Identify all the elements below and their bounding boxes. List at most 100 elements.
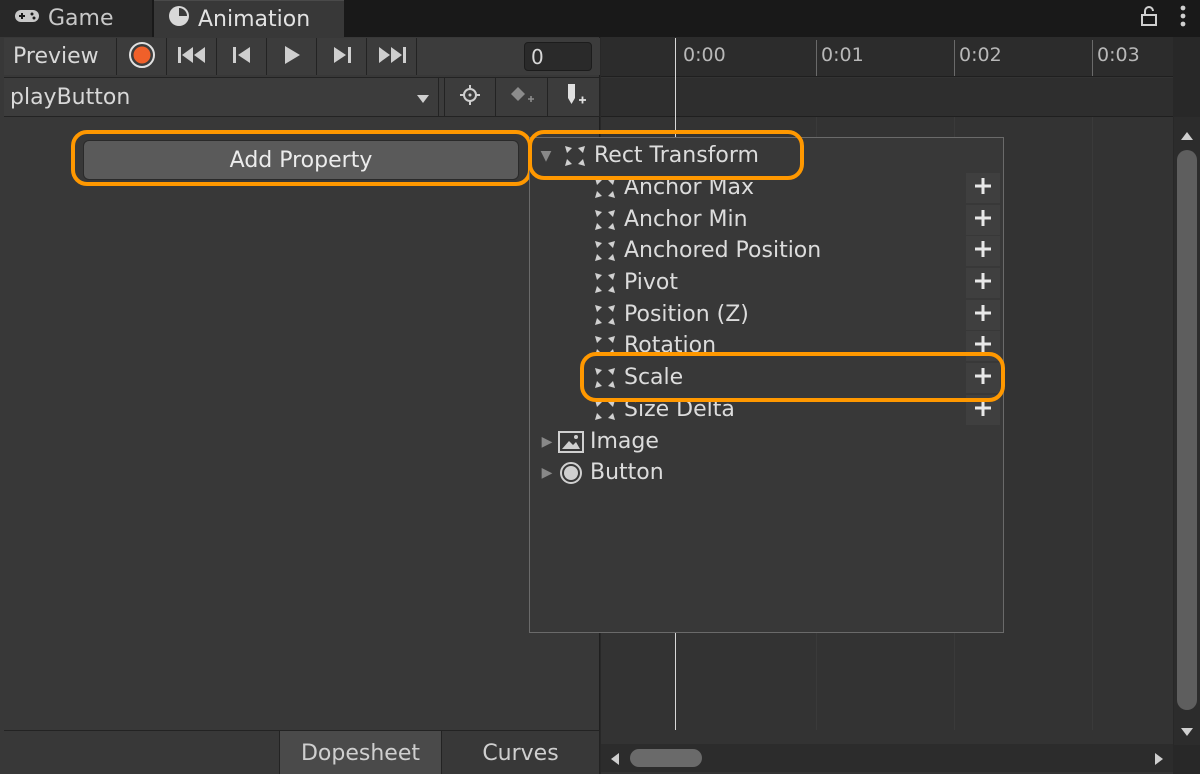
menu-group-label: Button	[590, 460, 664, 485]
add-size-delta-button[interactable]	[966, 395, 1000, 425]
tab-animation-label: Animation	[198, 6, 311, 32]
clip-dropdown-value: playButton	[10, 84, 131, 110]
play-button[interactable]	[267, 38, 317, 75]
view-mode-tabs: Dopesheet Curves	[4, 730, 600, 774]
play-icon	[282, 44, 302, 70]
menu-item-anchor-min[interactable]: Anchor Min	[592, 204, 748, 235]
next-keyframe-button[interactable]	[317, 38, 367, 75]
add-keyframe-button[interactable]	[496, 78, 549, 116]
filter-by-selection-button[interactable]	[445, 78, 497, 116]
menu-item-rotation[interactable]: Rotation	[592, 330, 716, 361]
menu-item-label: Anchored Position	[624, 238, 822, 263]
plus-icon	[974, 335, 992, 357]
summary-keyframe-row[interactable]	[601, 78, 1173, 117]
menu-item-label: Anchor Min	[624, 207, 748, 232]
tab-game[interactable]: Game	[0, 0, 152, 37]
tick-label: 0:03	[1097, 44, 1140, 66]
menu-item-label: Size Delta	[624, 397, 735, 422]
plus-icon	[974, 304, 992, 326]
plus-icon	[974, 177, 992, 199]
menu-item-position-z[interactable]: Position (Z)	[592, 299, 749, 330]
rect-transform-icon	[592, 333, 618, 359]
tab-dopesheet[interactable]: Dopesheet	[280, 731, 442, 774]
menu-item-pivot[interactable]: Pivot	[592, 267, 678, 298]
clip-dropdown[interactable]: playButton	[4, 78, 439, 116]
tick-mark	[954, 40, 955, 76]
add-pivot-button[interactable]	[966, 268, 1000, 298]
clock-icon	[168, 5, 190, 33]
tick-mark	[1092, 40, 1093, 76]
scroll-up-icon[interactable]	[1180, 126, 1194, 145]
menu-item-anchor-max[interactable]: Anchor Max	[592, 172, 754, 203]
timeline-grid-line	[1092, 117, 1093, 730]
menu-item-anchored-position[interactable]: Anchored Position	[592, 235, 821, 266]
bottom-tabs-spacer	[4, 731, 280, 774]
vertical-scroll-thumb[interactable]	[1177, 150, 1197, 710]
add-anchored-position-button[interactable]	[966, 236, 1000, 266]
gamepad-icon	[14, 6, 40, 31]
menu-group-rect-transform[interactable]: ▼ Rect Transform	[530, 140, 759, 171]
add-scale-button[interactable]	[966, 363, 1000, 393]
scroll-left-icon[interactable]	[610, 751, 620, 770]
add-anchor-max-button[interactable]	[966, 173, 1000, 203]
add-anchor-min-button[interactable]	[966, 205, 1000, 235]
plus-icon	[974, 240, 992, 262]
tick-mark	[816, 40, 817, 76]
scroll-down-icon[interactable]	[1180, 722, 1194, 741]
menu-item-label: Anchor Max	[624, 175, 755, 200]
kebab-menu-icon[interactable]	[1180, 5, 1186, 31]
collapsed-triangle-icon: ▶	[541, 464, 553, 481]
tab-game-label: Game	[48, 6, 114, 31]
skip-to-end-icon	[377, 45, 407, 69]
rect-transform-icon	[592, 302, 618, 328]
add-event-button[interactable]	[548, 78, 601, 116]
plus-icon	[974, 399, 992, 421]
add-property-button[interactable]: Add Property	[83, 140, 519, 180]
record-icon	[128, 41, 156, 73]
step-back-icon	[231, 45, 253, 69]
button-component-icon	[558, 460, 584, 486]
tab-curves[interactable]: Curves	[442, 731, 600, 774]
menu-group-label: Rect Transform	[594, 143, 759, 168]
menu-item-scale[interactable]: Scale	[592, 362, 683, 393]
frame-field-wrapper: 0	[417, 38, 600, 75]
rect-transform-icon	[592, 238, 618, 264]
clip-row: playButton	[4, 77, 601, 117]
frame-number-field[interactable]: 0	[524, 42, 592, 71]
record-button[interactable]	[117, 38, 167, 75]
menu-item-size-delta[interactable]: Size Delta	[592, 394, 735, 425]
crosshair-icon	[459, 84, 481, 110]
rect-transform-icon	[592, 270, 618, 296]
menu-item-label: Position (Z)	[624, 302, 749, 327]
tick-label: 0:01	[821, 44, 864, 66]
rect-transform-icon	[592, 207, 618, 233]
collapsed-triangle-icon: ▶	[541, 433, 553, 450]
lock-icon[interactable]	[1140, 6, 1158, 30]
first-keyframe-button[interactable]	[167, 38, 217, 75]
plus-icon	[974, 209, 992, 231]
rect-transform-icon	[562, 143, 588, 169]
add-event-icon	[560, 82, 588, 112]
last-keyframe-button[interactable]	[367, 38, 417, 75]
preview-button[interactable]: Preview	[4, 38, 117, 75]
rect-transform-icon	[592, 397, 618, 423]
step-forward-icon	[331, 45, 353, 69]
rect-transform-icon	[592, 365, 618, 391]
add-property-menu: ▼ Rect Transform Anchor Max Anchor Min A…	[529, 137, 1004, 633]
chevron-down-icon	[416, 85, 430, 110]
previous-keyframe-button[interactable]	[217, 38, 267, 75]
menu-group-button[interactable]: ▶ Button	[536, 457, 664, 488]
menu-item-label: Rotation	[624, 333, 717, 358]
add-position-z-button[interactable]	[966, 300, 1000, 330]
skip-to-start-icon	[177, 45, 207, 69]
scroll-right-icon[interactable]	[1154, 751, 1164, 770]
add-rotation-button[interactable]	[966, 331, 1000, 361]
menu-group-image[interactable]: ▶ Image	[536, 426, 659, 457]
plus-icon	[974, 272, 992, 294]
add-keyframe-icon	[508, 84, 536, 110]
rect-transform-icon	[592, 175, 618, 201]
horizontal-scroll-thumb[interactable]	[630, 749, 702, 767]
window-tab-bar: Game Animation	[0, 0, 1200, 37]
tab-animation[interactable]: Animation	[154, 0, 344, 37]
tick-label: 0:02	[959, 44, 1002, 66]
